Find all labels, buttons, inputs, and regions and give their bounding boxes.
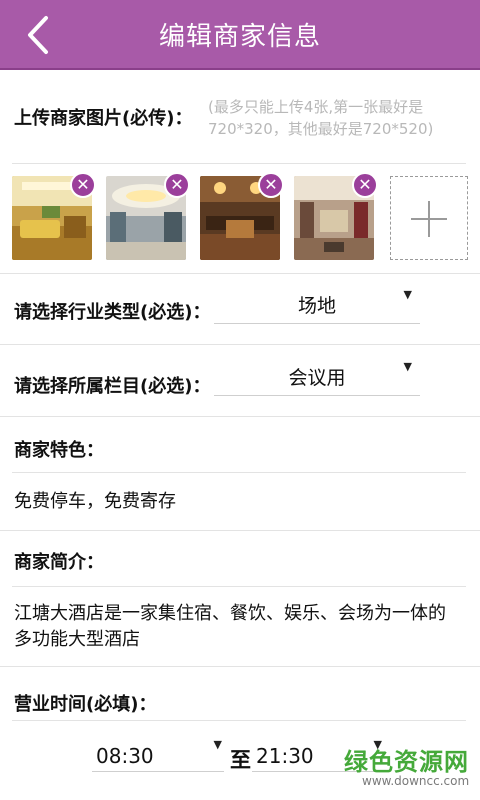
page-title: 编辑商家信息 <box>158 22 321 52</box>
add-image-button[interactable] <box>390 176 468 260</box>
industry-type-label: 请选择行业类型(必选)： <box>14 302 211 323</box>
site-watermark: 绿色资源网 www.downcc.com <box>318 742 478 798</box>
features-field[interactable]: 免费停车，免费寄存 <box>14 490 176 514</box>
caret-down-icon: ▼ <box>213 738 222 751</box>
column-label: 请选择所属栏目(必选)： <box>14 376 211 397</box>
column-value: 会议用 <box>288 367 346 389</box>
business-hours-label: 营业时间(必填)： <box>14 694 157 715</box>
divider <box>0 666 480 667</box>
features-label: 商家特色： <box>14 440 104 461</box>
start-time-value: 08:30 <box>96 744 154 768</box>
delete-image-3-button[interactable]: ✕ <box>258 172 284 198</box>
industry-type-select[interactable]: 场地 ▼ <box>214 288 420 324</box>
delete-image-1-button[interactable]: ✕ <box>70 172 96 198</box>
intro-line-2[interactable]: 多功能大型酒店 <box>14 628 140 652</box>
column-select[interactable]: 会议用 ▼ <box>214 360 420 396</box>
upload-hint: (最多只能上传4张,第一张最好是720*320，其他最好是720*520) <box>208 98 434 138</box>
end-time-value: 21:30 <box>256 744 314 768</box>
divider <box>0 273 480 274</box>
divider <box>12 163 466 164</box>
watermark-url: www.downcc.com <box>362 774 470 788</box>
divider <box>0 344 480 345</box>
intro-label: 商家简介： <box>14 552 104 573</box>
divider <box>0 416 480 417</box>
divider <box>12 472 466 473</box>
header-bar: 编辑商家信息 <box>0 0 480 70</box>
divider <box>12 586 466 587</box>
watermark-name: 绿色资源网 <box>344 748 469 776</box>
delete-image-4-button[interactable]: ✕ <box>352 172 378 198</box>
to-separator: 至 <box>230 748 251 772</box>
upload-images-label: 上传商家图片(必传)： <box>14 108 193 129</box>
delete-image-2-button[interactable]: ✕ <box>164 172 190 198</box>
divider <box>12 720 466 721</box>
industry-type-value: 场地 <box>297 295 336 317</box>
intro-line-1[interactable]: 江塘大酒店是一家集住宿、餐饮、娱乐、会场为一体的 <box>14 602 446 626</box>
start-time-select[interactable]: 08:30 ▼ <box>92 738 224 772</box>
divider <box>0 530 480 531</box>
caret-down-icon: ▼ <box>403 288 412 301</box>
caret-down-icon: ▼ <box>403 360 412 373</box>
